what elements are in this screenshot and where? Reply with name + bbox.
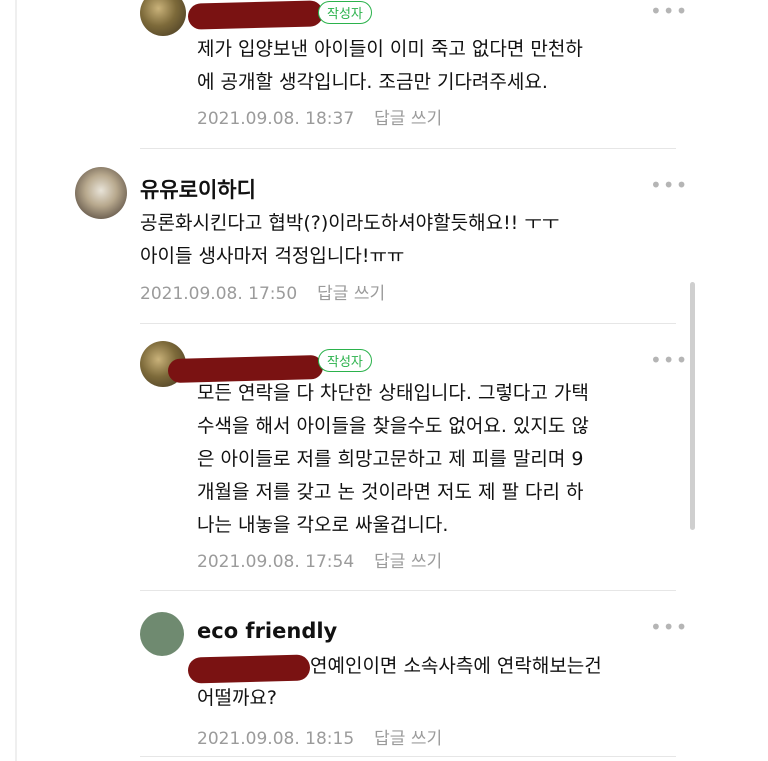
comment-text: 연예인이면 소속사측에 연락해보는건 [310, 650, 602, 683]
comment: 유유로이하디 ••• 공론화시킨다고 협박(?)이라도하셔야할듯해요!! ㅜㅜ … [0, 150, 768, 320]
redaction-mark [187, 0, 324, 30]
comment-text: 모든 연락을 다 차단한 상태입니다. 그렇다고 가택 수색을 해서 아이들을 … [197, 377, 589, 542]
comment-text-line: 개월을 저를 갖고 논 것이라면 저도 제 팔 다리 하 [197, 481, 584, 503]
comment-text-line: 나는 내놓을 각오로 싸울겁니다. [197, 514, 449, 536]
reply-button[interactable]: 답글 쓰기 [374, 552, 442, 572]
reply-button[interactable]: 답글 쓰기 [374, 109, 442, 129]
comment-text-line: 에 공개할 생각입니다. 조금만 기다려주세요. [197, 71, 548, 93]
author-badge: 작성자 [318, 1, 372, 24]
comment-text-line: 수색을 해서 아이들을 찾을수도 없어요. 있지도 않 [197, 415, 589, 437]
comment-text-line: 제가 입양보낸 아이들이 이미 죽고 없다면 만천하 [197, 38, 583, 60]
comment-divider [140, 148, 676, 149]
comment-timestamp: 2021.09.08. 17:50 [140, 284, 298, 304]
comment-text: 공론화시킨다고 협박(?)이라도하셔야할듯해요!! ㅜㅜ 아이들 생사마저 걱정… [140, 207, 559, 273]
more-options-icon[interactable]: ••• [650, 350, 688, 370]
comment-timestamp: 2021.09.08. 17:54 [197, 552, 355, 572]
comment-reply: eco friendly ••• 연예인이면 소속사측에 연락해보는건 어떨까요… [0, 592, 768, 761]
comment-text-line: 모든 연락을 다 차단한 상태입니다. 그렇다고 가택 [197, 382, 589, 404]
comment-divider [140, 590, 676, 591]
comment-reply-author-1: 작성자 ••• 제가 입양보낸 아이들이 이미 죽고 없다면 만천하 에 공개할… [0, 0, 768, 150]
comment-text-line: 어떨까요? [197, 687, 278, 709]
comment-divider [140, 756, 676, 757]
avatar[interactable] [140, 612, 184, 656]
comment-text: 어떨까요? [197, 682, 277, 715]
avatar[interactable] [140, 0, 186, 36]
comment-meta: 2021.09.08. 18:15 답글 쓰기 [197, 724, 442, 749]
comment-reply-author-2: 작성자 ••• 모든 연락을 다 차단한 상태입니다. 그렇다고 가택 수색을 … [0, 325, 768, 585]
reply-button[interactable]: 답글 쓰기 [374, 729, 442, 749]
comment-text: 제가 입양보낸 아이들이 이미 죽고 없다면 만천하 에 공개할 생각입니다. … [197, 33, 583, 99]
comment-author[interactable]: 유유로이하디 [140, 174, 256, 204]
more-options-icon[interactable]: ••• [650, 175, 688, 195]
reply-button[interactable]: 답글 쓰기 [317, 284, 385, 304]
avatar[interactable] [75, 167, 127, 219]
comment-meta: 2021.09.08. 18:37 답글 쓰기 [197, 104, 442, 129]
comment-divider [140, 323, 676, 324]
comment-timestamp: 2021.09.08. 18:15 [197, 729, 355, 749]
comment-author[interactable]: eco friendly [197, 619, 337, 643]
comment-meta: 2021.09.08. 17:50 답글 쓰기 [140, 279, 385, 304]
more-options-icon[interactable]: ••• [650, 1, 688, 21]
comment-text-line: 연예인이면 소속사측에 연락해보는건 [310, 655, 602, 677]
comment-meta: 2021.09.08. 17:54 답글 쓰기 [197, 547, 442, 572]
comment-timestamp: 2021.09.08. 18:37 [197, 109, 355, 129]
comment-text-line: 공론화시킨다고 협박(?)이라도하셔야할듯해요!! ㅜㅜ [140, 212, 560, 234]
author-badge: 작성자 [318, 349, 372, 372]
comment-text-line: 은 아이들로 저를 희망고문하고 제 피를 말리며 9 [197, 448, 584, 470]
redaction-mark [187, 654, 311, 684]
more-options-icon[interactable]: ••• [650, 617, 688, 637]
comment-text-line: 아이들 생사마저 걱정입니다!ㅠㅠ [140, 245, 405, 267]
